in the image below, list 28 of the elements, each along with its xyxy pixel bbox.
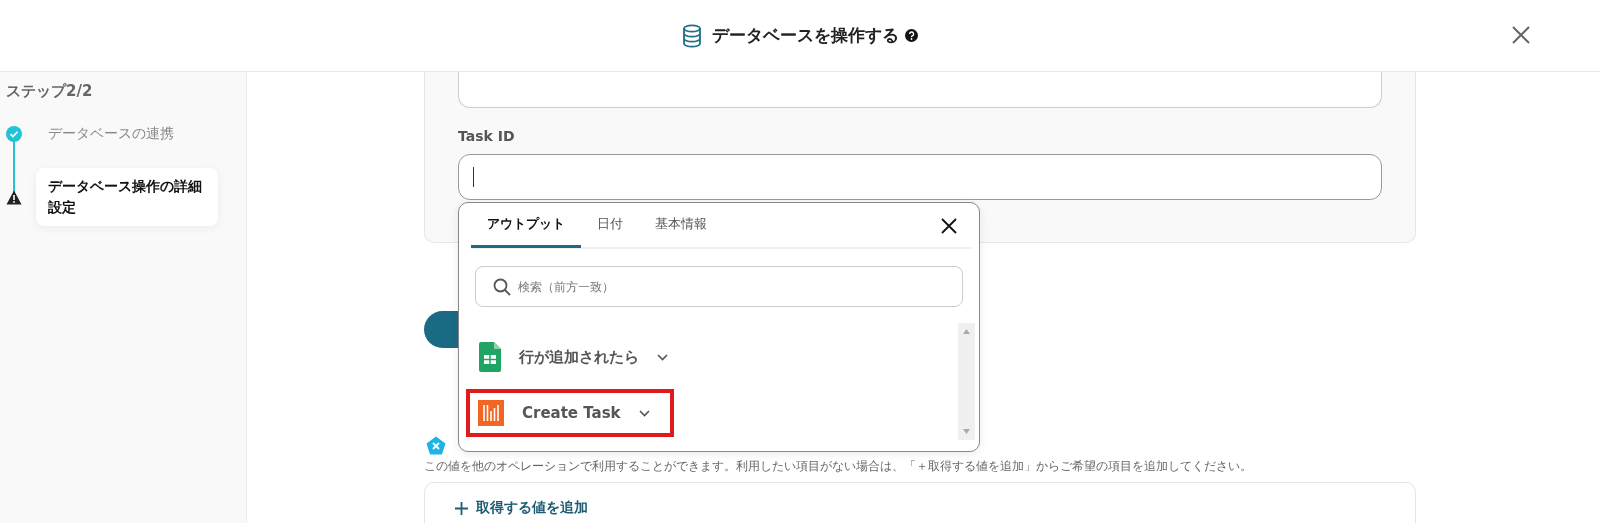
- step-item[interactable]: データベース操作の詳細設定: [36, 168, 218, 226]
- popup-tab[interactable]: 日付: [581, 204, 639, 248]
- list-item[interactable]: Create Task: [466, 389, 674, 437]
- popup-tab[interactable]: アウトプット: [471, 204, 581, 248]
- popup-tab[interactable]: 基本情報: [639, 204, 723, 248]
- text-area[interactable]: [458, 72, 1382, 108]
- add-value-button[interactable]: 取得する値を追加: [455, 499, 588, 517]
- warning-icon: [6, 189, 22, 205]
- help-icon[interactable]: [905, 29, 918, 42]
- scrollbar[interactable]: [958, 323, 975, 440]
- pentagon-x-icon: [426, 436, 446, 455]
- step-item[interactable]: データベースの連携: [48, 123, 174, 144]
- chevron-down-icon: [657, 353, 668, 361]
- chevron-down-icon: [638, 409, 650, 417]
- dialog-title: データベースを操作する: [712, 24, 899, 47]
- close-icon[interactable]: [941, 218, 957, 234]
- scroll-up-icon[interactable]: [963, 329, 970, 334]
- database-icon: [682, 23, 702, 48]
- step-counter: ステップ2/2: [6, 82, 94, 101]
- description-text: この値を他のオペレーションで利用することができます。利用したい項目がない場合は、「＋取得する値を追加」からご希望の項目を追加してください。: [424, 459, 1253, 474]
- scroll-down-icon[interactable]: [963, 429, 970, 434]
- spreadsheet-icon: [479, 342, 501, 372]
- input-field[interactable]: [458, 154, 1382, 200]
- plus-icon: [455, 501, 468, 515]
- search-field[interactable]: 検索（前方一致）: [475, 266, 963, 307]
- bars-logo-icon: [478, 400, 504, 426]
- list-item[interactable]: 行が追加されたら: [466, 337, 688, 377]
- field-label: Task ID: [458, 128, 516, 144]
